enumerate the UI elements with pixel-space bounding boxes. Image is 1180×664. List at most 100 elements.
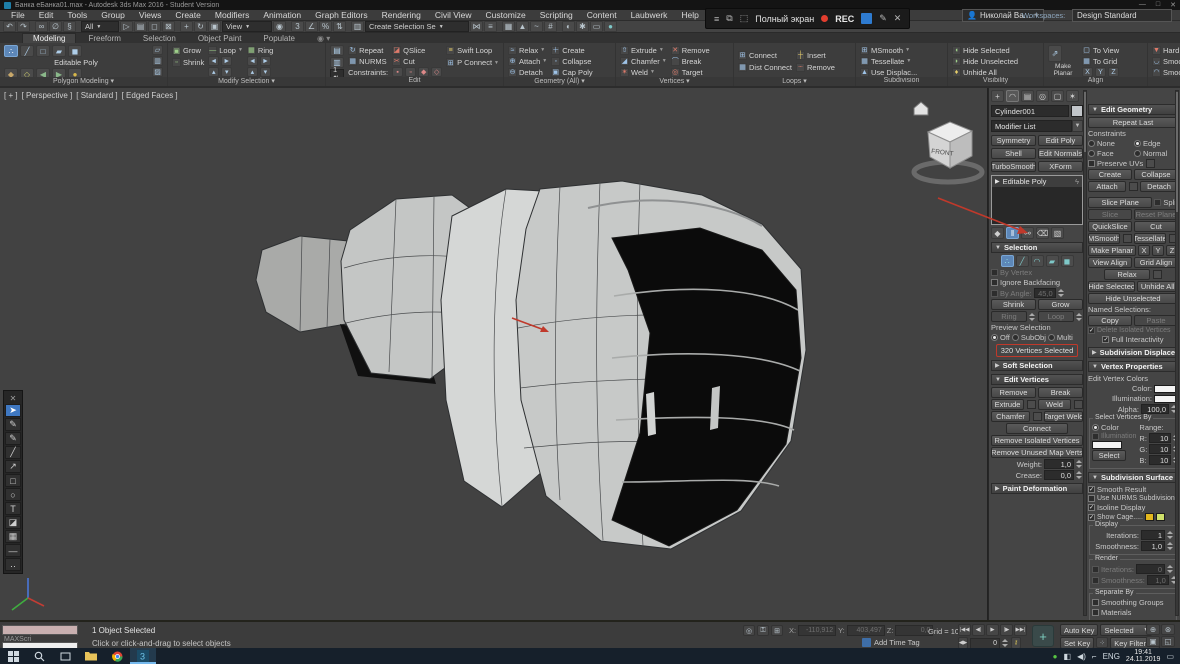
named-selection-dropdown[interactable]: Create Selection Se▼: [365, 21, 469, 32]
relax-settings-button[interactable]: [1153, 270, 1162, 279]
range-r-value[interactable]: 10: [1149, 433, 1171, 443]
paint-deformation-rollout-header[interactable]: ▶Paint Deformation: [991, 483, 1083, 494]
to-grid-button[interactable]: ▦To Grid: [1082, 56, 1119, 66]
extrude-settings-button[interactable]: [1027, 400, 1036, 409]
use-pivot-center-icon[interactable]: ◉: [273, 21, 286, 32]
unlink-icon[interactable]: ∅: [49, 21, 62, 32]
smoothing-groups-checkbox[interactable]: [1092, 599, 1099, 606]
annotation-blur-icon[interactable]: ▦: [5, 530, 21, 543]
render-iterations-checkbox[interactable]: [1092, 566, 1099, 573]
crease-value[interactable]: 0,0: [1044, 470, 1074, 480]
display-smoothness-value[interactable]: 1,0: [1141, 541, 1165, 551]
subobject-polygon-icon[interactable]: ▰: [52, 45, 66, 57]
border-mode-icon[interactable]: ◠: [1031, 255, 1044, 267]
smooth-result-checkbox[interactable]: [1088, 486, 1095, 493]
motion-panel-icon[interactable]: ◎: [1036, 90, 1049, 102]
edit-strip-icon-1[interactable]: ▤: [330, 45, 344, 56]
annotation-ellipse-icon[interactable]: ○: [5, 488, 21, 501]
menu-scripting[interactable]: Scripting: [533, 10, 580, 20]
annotation-close-icon[interactable]: ✕: [5, 393, 21, 403]
break-vertex-button[interactable]: Break: [1038, 387, 1083, 398]
hide-selected-button-panel[interactable]: Hide Selected: [1088, 281, 1135, 292]
stack-item-editable-poly[interactable]: ▶ Editable Poly ϟ: [992, 176, 1082, 187]
remove-loop-button[interactable]: ┄Remove: [796, 62, 835, 73]
chamfer-button[interactable]: ◢Chamfer▼: [620, 56, 667, 66]
edit-geometry-rollout-header[interactable]: ▼Edit Geometry: [1088, 104, 1178, 115]
current-frame-field[interactable]: 0: [970, 638, 1000, 649]
create-button[interactable]: ＋Create: [551, 45, 592, 55]
hierarchy-panel-icon[interactable]: ▤: [1021, 90, 1034, 102]
language-indicator[interactable]: ENG: [1103, 652, 1120, 661]
remove-isolated-vertices-button[interactable]: Remove Isolated Vertices: [991, 435, 1083, 446]
make-planar-icon[interactable]: ⇗: [1048, 45, 1062, 62]
absolute-offset-icon[interactable]: ⊞: [771, 625, 783, 636]
annotation-line-icon[interactable]: ╱: [5, 446, 21, 459]
attach-button[interactable]: ⊕Attach▼: [508, 56, 547, 66]
annotation-text-icon[interactable]: T: [5, 502, 21, 515]
align-icon[interactable]: ≡: [484, 21, 497, 32]
menu-edit[interactable]: Edit: [32, 10, 61, 20]
cap-poly-button[interactable]: ▣Cap Poly: [551, 67, 592, 77]
add-time-tag[interactable]: Add Time Tag: [874, 638, 920, 647]
view-align-button[interactable]: View Align: [1088, 257, 1132, 268]
target-weld-button[interactable]: Target Weld: [1044, 411, 1083, 422]
steering-wheels-icon[interactable]: +: [1032, 625, 1054, 647]
copy-button[interactable]: Copy: [1088, 315, 1132, 326]
weld-button[interactable]: ✶Weld▼: [620, 67, 667, 77]
vertex-alpha-value[interactable]: 100,0: [1141, 404, 1169, 414]
select-by-name-icon[interactable]: ▤: [134, 21, 147, 32]
constraint-none-icon[interactable]: ▪: [392, 67, 403, 77]
soft-selection-rollout-header[interactable]: ▶Soft Selection: [991, 360, 1083, 371]
detach-button[interactable]: ⊖Detach: [508, 67, 547, 77]
grow-selection-button[interactable]: Grow: [1038, 299, 1083, 310]
isolate-selection-icon[interactable]: ◎: [743, 625, 755, 636]
shrink-selection-button[interactable]: Shrink: [991, 299, 1036, 310]
loop-header[interactable]: —Loop▼: [208, 45, 243, 55]
tab-selection[interactable]: Selection: [133, 33, 186, 43]
symmetry-button[interactable]: Symmetry: [991, 135, 1036, 146]
unhide-all-button[interactable]: ♦Unhide All: [952, 67, 1018, 77]
break-button[interactable]: ⌒Break: [671, 56, 710, 66]
hide-unselected-button[interactable]: ◗Hide Unselected: [952, 56, 1018, 66]
network-icon[interactable]: ⌐: [1092, 652, 1097, 661]
bind-spacewarp-icon[interactable]: §: [63, 21, 76, 32]
show-cage-checkbox[interactable]: [1088, 514, 1095, 521]
select-by-color-swatch[interactable]: [1092, 441, 1122, 449]
weld-settings-button[interactable]: [1074, 400, 1083, 409]
object-name-field[interactable]: Cylinder001: [991, 105, 1069, 117]
qslice-button[interactable]: ◪QSlice: [392, 45, 442, 55]
smooth-30-button[interactable]: ◠Smooth 30: [1152, 67, 1180, 77]
auto-key-button[interactable]: Auto Key: [1060, 624, 1098, 636]
polygon-mode-icon[interactable]: ▰: [1046, 255, 1059, 267]
menu-civil-view[interactable]: Civil View: [428, 10, 479, 20]
modifier-list-dropdown[interactable]: Modifier List ▼: [991, 120, 1083, 132]
msmooth-button-panel[interactable]: MSmooth: [1088, 233, 1120, 244]
window-crossing-icon[interactable]: ⊠: [162, 21, 175, 32]
annotation-thickness-icon[interactable]: —: [5, 544, 21, 557]
maxscript-mini-listener-pink[interactable]: [2, 625, 78, 635]
subobject-edge-icon[interactable]: ╱: [20, 45, 34, 57]
crease-spinner[interactable]: [1076, 470, 1083, 480]
annotation-arrow-icon[interactable]: ↗: [5, 460, 21, 473]
volume-icon[interactable]: ◀): [1077, 652, 1086, 661]
y-coordinate-field[interactable]: 403,497: [847, 625, 885, 636]
go-to-end-button[interactable]: ▶▶|: [1014, 624, 1027, 636]
group-label-align[interactable]: Align: [1044, 77, 1147, 86]
select-object-icon[interactable]: ▷: [120, 21, 133, 32]
weight-value[interactable]: 1,0: [1044, 459, 1074, 469]
search-icon[interactable]: [26, 648, 52, 664]
edit-named-selections-icon[interactable]: ▥: [351, 21, 364, 32]
remove-vertex-button[interactable]: Remove: [991, 387, 1036, 398]
preserve-uvs-settings-button[interactable]: [1146, 159, 1155, 168]
attach-settings-button[interactable]: [1129, 182, 1138, 191]
group-label-polygon-modeling[interactable]: Polygon Modeling ▾: [0, 77, 167, 86]
layer-manager-icon[interactable]: ▦: [502, 21, 515, 32]
slice-plane-button[interactable]: Slice Plane: [1088, 197, 1152, 208]
close-button[interactable]: ✕: [1170, 1, 1176, 9]
next-frame-button[interactable]: |▶: [1000, 624, 1013, 636]
by-vertex-checkbox[interactable]: [991, 269, 998, 276]
taskbar-clock[interactable]: 19:41 24.11.2019: [1126, 649, 1161, 663]
select-by-illumination-checkbox[interactable]: [1092, 433, 1099, 440]
select-link-icon[interactable]: ∞: [35, 21, 48, 32]
dist-connect-button[interactable]: ▦Dist Connect: [738, 62, 792, 73]
